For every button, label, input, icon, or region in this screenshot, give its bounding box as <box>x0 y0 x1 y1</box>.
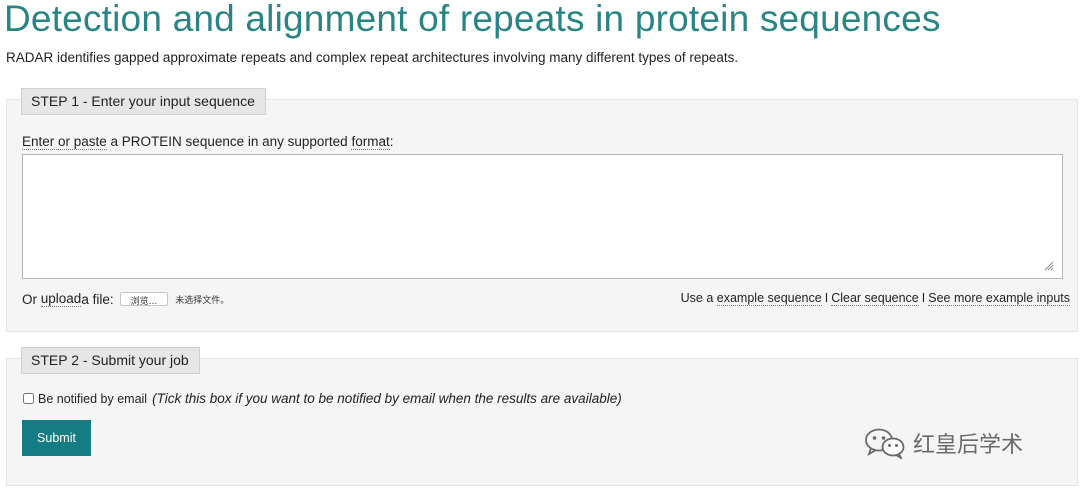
step2-label: STEP 2 - Submit your job <box>21 347 200 374</box>
enter-paste-help[interactable]: Enter or paste <box>22 134 107 150</box>
browse-button[interactable]: 浏览... <box>119 292 169 307</box>
step1-panel: STEP 1 - Enter your input sequence Enter… <box>6 88 1078 332</box>
upload-suffix: a file: <box>81 291 114 307</box>
upload-prefix: Or <box>22 291 37 307</box>
more-examples-link[interactable]: See more example inputs <box>928 291 1070 306</box>
no-file-text: 未选择文件。 <box>175 295 230 306</box>
format-help[interactable]: format <box>351 134 390 150</box>
upload-help[interactable]: upload <box>40 291 82 307</box>
separator: I <box>921 291 926 305</box>
notify-hint: (Tick this box if you want to be notifie… <box>152 391 622 406</box>
clear-sequence-link[interactable]: Clear sequence <box>831 291 919 306</box>
prompt-text: a PROTEIN sequence in any supported <box>106 134 352 149</box>
resize-handle-icon[interactable] <box>1042 259 1054 271</box>
sequence-input[interactable] <box>22 154 1063 279</box>
page-description: RADAR identifies gapped approximate repe… <box>6 50 739 65</box>
wechat-icon <box>865 428 905 459</box>
notify-checkbox[interactable] <box>23 393 34 404</box>
step1-label: STEP 1 - Enter your input sequence <box>21 88 266 115</box>
watermark: 红皇后学术 <box>863 427 1023 459</box>
watermark-text: 红皇后学术 <box>913 433 1024 458</box>
page-title: Detection and alignment of repeats in pr… <box>4 0 941 39</box>
notify-label[interactable]: Be notified by email <box>38 392 147 406</box>
sequence-prompt: Enter or paste a PROTEIN sequence in any… <box>22 134 394 150</box>
step2-panel: STEP 2 - Submit your job Be notified by … <box>6 347 1078 486</box>
submit-button[interactable]: Submit <box>22 420 91 456</box>
notify-row: Be notified by email (Tick this box if y… <box>22 391 622 406</box>
sequence-links: Use a example sequence I Clear sequence I Se… <box>680 291 1070 306</box>
prompt-colon: : <box>389 134 394 149</box>
example-sequence-link[interactable]: example sequence <box>716 291 822 306</box>
upload-row: Or upload a file: 浏览... 未选择文件。 <box>22 291 229 307</box>
use-text: Use a <box>680 291 717 305</box>
separator: I <box>824 291 829 305</box>
